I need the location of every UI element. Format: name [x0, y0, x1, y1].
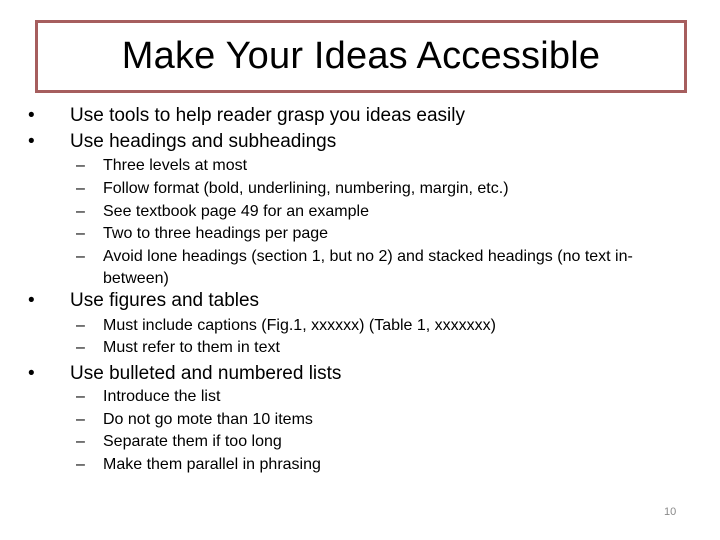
dash-icon: – [76, 180, 85, 197]
slide-title: Make Your Ideas Accessible [121, 35, 601, 77]
sub-item: – Follow format (bold, underlining, numb… [76, 178, 686, 200]
sub-item: – Separate them if too long [76, 431, 686, 453]
sub-item: – See textbook page 49 for an example [76, 201, 686, 223]
sub-item-text: Two to three headings per page [103, 225, 329, 242]
sub-item-text: Three levels at most [103, 157, 248, 174]
sub-item-text: Must include captions (Fig.1, xxxxxx) (T… [103, 317, 497, 334]
sub-item: – Do not go mote than 10 items [76, 409, 686, 431]
bullet-icon: • [28, 290, 35, 311]
dash-icon: – [76, 317, 85, 334]
dash-icon: – [76, 456, 85, 473]
bullet-text: Use bulleted and numbered lists [70, 363, 342, 384]
sub-item: – Three levels at most [76, 155, 686, 177]
sub-item-text: See textbook page 49 for an example [103, 203, 369, 220]
sub-item: – Must refer to them in text [76, 337, 686, 359]
bullet-item: • Use headings and subheadings [28, 130, 336, 153]
sub-item-text: Do not go mote than 10 items [103, 411, 313, 428]
sub-item: – Introduce the list [76, 386, 686, 408]
sub-item-text: Must refer to them in text [103, 339, 280, 356]
bullet-item: • Use tools to help reader grasp you idea… [28, 104, 465, 127]
sub-item-text: Follow format (bold, underlining, number… [103, 180, 509, 197]
title-box: Make Your Ideas Accessible [35, 20, 687, 93]
page-number: 10 [664, 506, 677, 518]
sub-item: – Two to three headings per page [76, 223, 686, 245]
sub-item: – Must include captions (Fig.1, xxxxxx) … [76, 315, 686, 337]
dash-icon: – [76, 157, 85, 174]
dash-icon: – [76, 388, 85, 405]
sub-item-text: Make them parallel in phrasing [103, 456, 321, 473]
bullet-text: Use figures and tables [70, 290, 260, 311]
dash-icon: – [76, 433, 85, 450]
sub-item: – Make them parallel in phrasing [76, 454, 686, 476]
bullet-item: • Use figures and tables [28, 289, 259, 312]
dash-icon: – [76, 203, 85, 220]
bullet-icon: • [28, 363, 35, 384]
sub-item-text: Avoid lone headings (section 1, but no 2… [103, 248, 633, 287]
dash-icon: – [76, 248, 85, 265]
bullet-text: Use headings and subheadings [70, 131, 337, 152]
dash-icon: – [76, 225, 85, 242]
bullet-item: • Use bulleted and numbered lists [28, 362, 341, 385]
sub-item: – Avoid lone headings (section 1, but no… [76, 246, 686, 290]
sub-item-text: Separate them if too long [103, 433, 282, 450]
bullet-icon: • [28, 105, 35, 126]
bullet-text: Use tools to help reader grasp you ideas… [70, 105, 466, 126]
sub-item-text: Introduce the list [103, 388, 221, 405]
bullet-icon: • [28, 131, 35, 152]
dash-icon: – [76, 339, 85, 356]
dash-icon: – [76, 411, 85, 428]
